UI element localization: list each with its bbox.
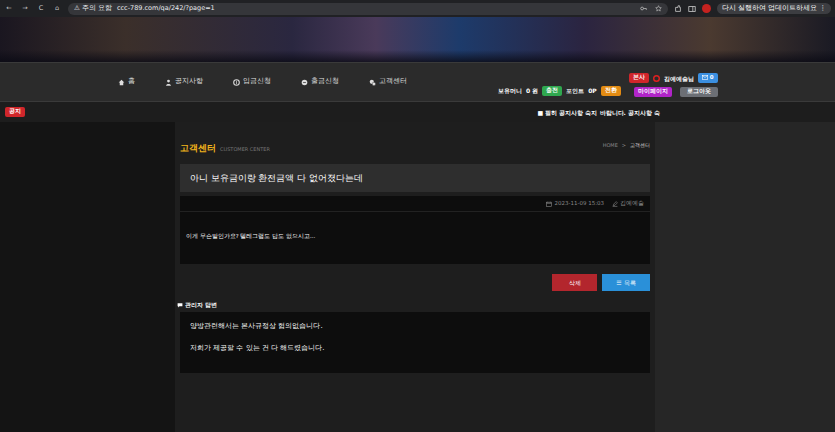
notice-badge: 공지 bbox=[5, 107, 25, 117]
board-title: 고객센터 bbox=[180, 143, 216, 153]
mypage-button[interactable]: 마이페이지 bbox=[634, 87, 672, 97]
url-text[interactable]: ccc-789.com/qa/242/?page=1 bbox=[117, 4, 215, 14]
profile-avatar-icon[interactable] bbox=[702, 4, 711, 13]
update-label[interactable]: 다시 실행하여 업데이트하세요 bbox=[722, 4, 817, 12]
menu-label[interactable]: ⋮ bbox=[820, 4, 827, 12]
nav-menu: 홈 공지사항 입금신청 출금신청 고객센터 bbox=[118, 77, 407, 87]
crumb-home[interactable]: HOME bbox=[603, 142, 618, 150]
list-label: 목록 bbox=[624, 279, 636, 286]
pencil-icon bbox=[612, 201, 618, 207]
nav-item[interactable]: 고객센터 bbox=[369, 77, 407, 87]
board-content: 고객센터 CUSTOMER CENTER HOME > 고객센터 아니 보유금이랑… bbox=[175, 122, 655, 373]
reply-line: 양방관련해서는 본사규정상 협의없습니다. bbox=[190, 321, 640, 332]
post-author: 김예예술 bbox=[620, 199, 644, 207]
forward-button[interactable]: → bbox=[20, 4, 30, 14]
withdraw-icon bbox=[301, 79, 308, 86]
account-panel: 보유머니 0 원 충전 포인트 0P 전환 본사 김예예술님 0 bbox=[498, 67, 718, 96]
site-banner bbox=[0, 17, 835, 62]
nav-label[interactable]: 고객센터 bbox=[379, 77, 407, 87]
home-button[interactable]: ⌂ bbox=[52, 4, 62, 14]
star-icon[interactable] bbox=[655, 5, 662, 12]
deposit-icon bbox=[233, 79, 240, 86]
list-icon-glyph: ☰ bbox=[616, 279, 621, 286]
support-icon bbox=[369, 79, 376, 86]
back-button[interactable]: ← bbox=[4, 4, 14, 14]
notice-icon bbox=[165, 79, 172, 86]
money-label: 보유머니 bbox=[498, 86, 522, 95]
point-value: 0P bbox=[588, 86, 597, 95]
extensions-icon[interactable] bbox=[674, 5, 682, 13]
post-title: 아니 보유금이랑 환전금액 다 없어졌다는데 bbox=[180, 164, 650, 192]
admin-reply: 양방관련해서는 본사규정상 협의없습니다. 저희가 제공할 수 있는 건 다 해드… bbox=[180, 312, 650, 373]
key-icon[interactable] bbox=[640, 5, 647, 12]
post-meta: 2023-11-09 15:03 김예예술 bbox=[180, 196, 650, 212]
notice-bar: 공지 ■ 필히 공지사항 숙지 바랍니다. 공지사항 숙 bbox=[0, 102, 835, 122]
crumb-separator: > bbox=[622, 142, 626, 150]
nav-item[interactable]: 출금신청 bbox=[301, 77, 339, 87]
security-chip[interactable]: ⚠ 주의 요함 bbox=[74, 4, 112, 14]
convert-button[interactable]: 전환 bbox=[601, 86, 621, 96]
post-date: 2023-11-09 15:03 bbox=[554, 199, 604, 207]
reload-button[interactable]: C bbox=[36, 4, 46, 14]
post-body: 이게 무슨말인가요? 텔레그램도 답도 없으시고... bbox=[180, 212, 650, 264]
nav-label[interactable]: 입금신청 bbox=[243, 77, 271, 87]
nav-item[interactable]: 홈 bbox=[118, 77, 135, 87]
nav-item[interactable]: 공지사항 bbox=[165, 77, 203, 87]
speech-bubble-icon bbox=[177, 302, 183, 308]
home-icon bbox=[118, 79, 125, 86]
mail-icon bbox=[702, 75, 708, 80]
nav-label[interactable]: 출금신청 bbox=[311, 77, 339, 87]
charge-button[interactable]: 충전 bbox=[542, 86, 562, 96]
address-bar[interactable]: ⚠ 주의 요함 ccc-789.com/qa/242/?page=1 bbox=[68, 3, 668, 15]
list-button[interactable]: ☰ 목록 bbox=[602, 274, 650, 291]
user-level-icon bbox=[653, 75, 660, 82]
update-button[interactable]: 다시 실행하여 업데이트하세요 ⋮ bbox=[717, 3, 831, 15]
browser-toolbar: ← → C ⌂ ⚠ 주의 요함 ccc-789.com/qa/242/?page… bbox=[0, 0, 835, 17]
nav-label[interactable]: 홈 bbox=[128, 77, 135, 87]
reply-line: 저희가 제공할 수 있는 건 다 해드렸습니다. bbox=[190, 343, 640, 354]
delete-button[interactable]: 삭제 bbox=[552, 274, 597, 291]
sidepanel-icon[interactable] bbox=[688, 5, 696, 13]
crumb-current: 고객센터 bbox=[630, 142, 650, 150]
rank-badge: 본사 bbox=[629, 73, 649, 83]
message-badge[interactable]: 0 bbox=[698, 73, 718, 83]
notice-marquee: ■ 필히 공지사항 숙지 바랍니다. 공지사항 숙 bbox=[538, 108, 660, 117]
main-area: 고객센터 CUSTOMER CENTER HOME > 고객센터 아니 보유금이랑… bbox=[0, 122, 835, 432]
user-name: 김예예술님 bbox=[664, 74, 694, 83]
breadcrumb: HOME > 고객센터 bbox=[603, 142, 650, 150]
message-count: 0 bbox=[710, 74, 714, 80]
board-subtitle: CUSTOMER CENTER bbox=[220, 146, 270, 152]
nav-label[interactable]: 공지사항 bbox=[175, 77, 203, 87]
reply-label: 관리자 답변 bbox=[185, 301, 217, 309]
money-value: 0 원 bbox=[526, 86, 538, 95]
nav-item[interactable]: 입금신청 bbox=[233, 77, 271, 87]
logout-button[interactable]: 로그아웃 bbox=[680, 87, 718, 97]
point-label: 포인트 bbox=[566, 86, 584, 95]
calendar-icon bbox=[546, 201, 552, 207]
main-nav: 홈 공지사항 입금신청 출금신청 고객센터 보유머니 0 원 충전 포인트 0P 전환 … bbox=[0, 62, 835, 102]
